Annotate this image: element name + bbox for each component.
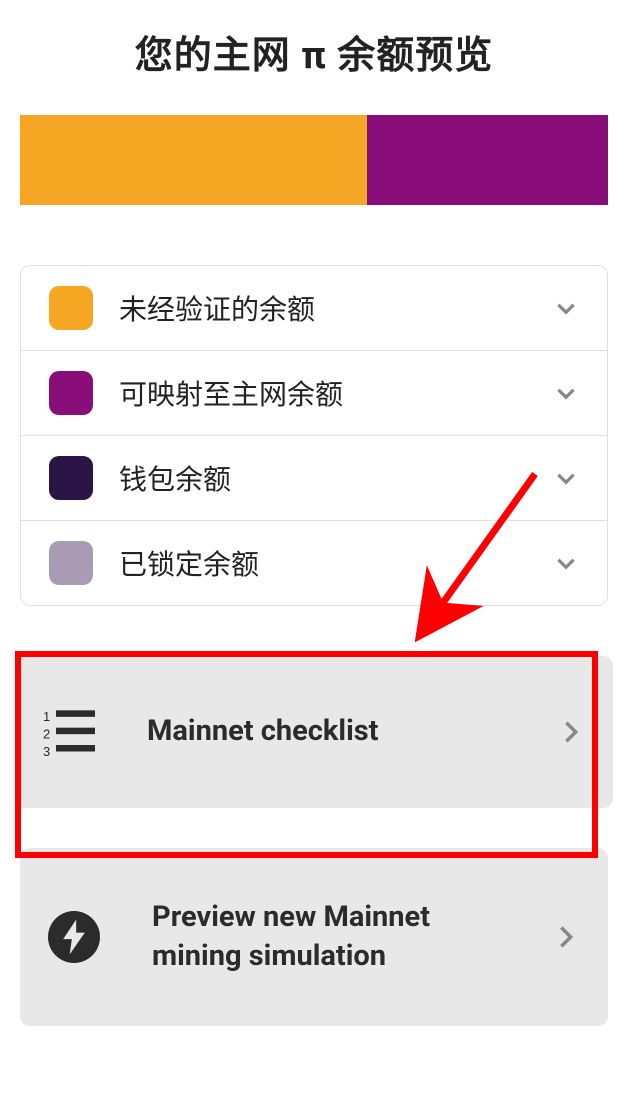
chevron-down-icon (553, 465, 579, 491)
progress-segment-transferrable (367, 115, 608, 205)
legend-row-locked[interactable]: 已锁定余额 (21, 521, 607, 605)
legend-label: 未经验证的余额 (119, 288, 553, 328)
legend-label: 可映射至主网余额 (119, 373, 553, 413)
legend-row-transferrable[interactable]: 可映射至主网余额 (21, 351, 607, 436)
svg-text:2: 2 (43, 727, 50, 742)
simulation-label: Preview new Mainnet mining simulation (152, 898, 552, 976)
legend-row-unverified[interactable]: 未经验证的余额 (21, 266, 607, 351)
lightning-icon (48, 911, 100, 963)
checklist-icon: 1 2 3 (43, 706, 95, 758)
legend-row-wallet[interactable]: 钱包余额 (21, 436, 607, 521)
mainnet-checklist-card[interactable]: 1 2 3 Mainnet checklist (15, 656, 613, 808)
swatch-purple (49, 371, 93, 415)
chevron-down-icon (553, 550, 579, 576)
chevron-down-icon (553, 295, 579, 321)
balance-legend-card: 未经验证的余额 可映射至主网余额 钱包余额 已锁定余额 (20, 265, 608, 606)
svg-text:3: 3 (43, 744, 50, 758)
chevron-right-icon (557, 718, 585, 746)
svg-text:1: 1 (43, 709, 50, 724)
checklist-label: Mainnet checklist (147, 712, 557, 751)
chevron-down-icon (553, 380, 579, 406)
swatch-dark (49, 456, 93, 500)
legend-label: 钱包余额 (119, 458, 553, 498)
legend-label: 已锁定余额 (119, 543, 553, 583)
mining-simulation-card[interactable]: Preview new Mainnet mining simulation (20, 848, 608, 1026)
progress-segment-unverified (20, 115, 367, 205)
chevron-right-icon (552, 923, 580, 951)
swatch-gray (49, 541, 93, 585)
balance-progress-bar (20, 115, 608, 205)
page-title: 您的主网 π 余额预览 (0, 0, 628, 115)
swatch-orange (49, 286, 93, 330)
